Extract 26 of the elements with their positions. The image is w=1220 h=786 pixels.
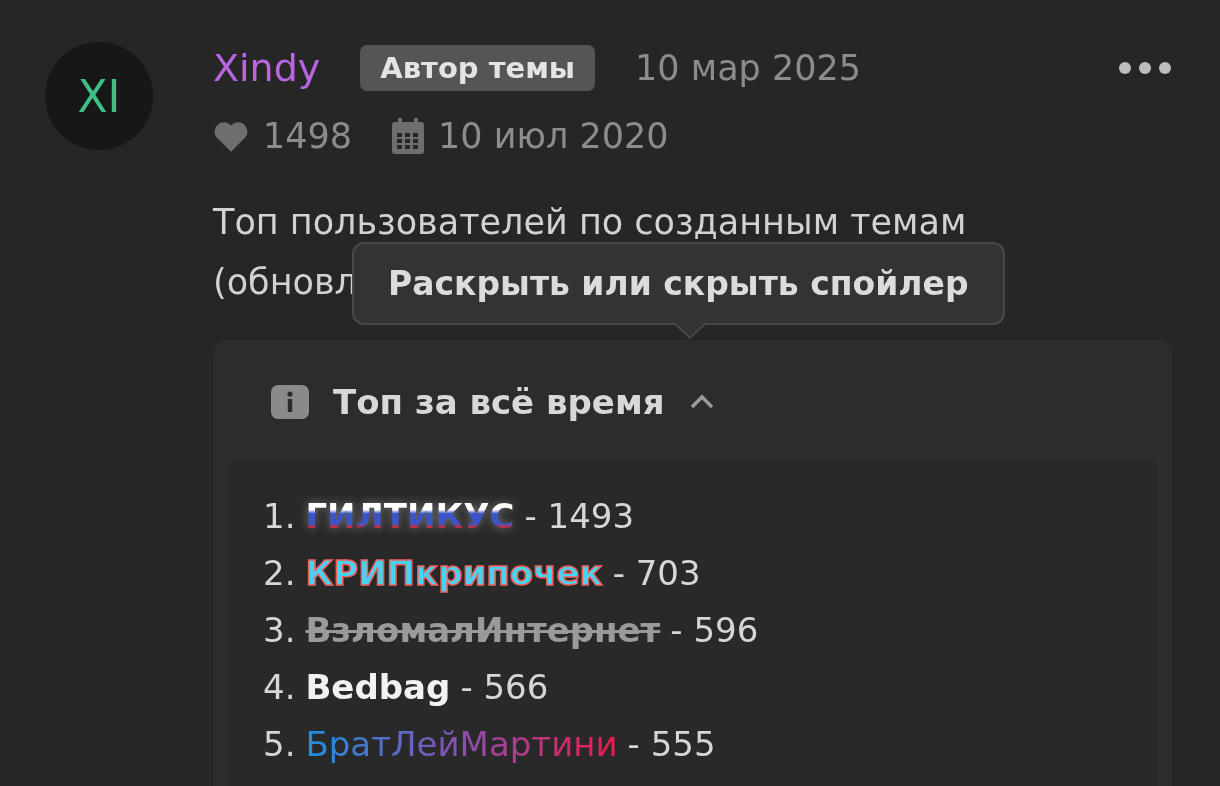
topic-count: - 566 xyxy=(460,666,549,709)
info-icon xyxy=(271,385,309,419)
author-badge: Автор темы xyxy=(360,45,596,91)
topic-count: - 1493 xyxy=(524,495,635,538)
topic-count: - 596 xyxy=(670,609,759,652)
post-text-line: Топ пользователей по созданным темам xyxy=(213,201,967,244)
post-date: 10 мар 2025 xyxy=(635,48,862,88)
user-avatar[interactable]: XI xyxy=(45,42,153,150)
join-date: 10 июл 2020 xyxy=(438,116,669,156)
heart-icon xyxy=(213,120,249,152)
topic-count: - 555 xyxy=(627,723,716,766)
rank-number: 3. xyxy=(263,609,296,652)
calendar-icon xyxy=(392,118,425,154)
user-name[interactable]: Bedbag xyxy=(305,659,451,716)
more-icon[interactable] xyxy=(1118,61,1172,75)
rank-number: 4. xyxy=(263,666,296,709)
author-name[interactable]: Xindy xyxy=(213,46,321,90)
user-name[interactable]: КРИПкрипочек xyxy=(305,545,603,602)
spoiler-toggle[interactable]: Топ за всё время xyxy=(227,340,715,460)
rank-number: 2. xyxy=(263,552,296,595)
user-name[interactable]: ВзломалИнтернет xyxy=(305,602,661,659)
rank-number: 1. xyxy=(263,495,296,538)
rank-number: 5. xyxy=(263,723,296,766)
topic-count: - 703 xyxy=(612,552,701,595)
chevron-up-icon xyxy=(688,394,715,410)
likes-count: 1498 xyxy=(263,116,353,156)
